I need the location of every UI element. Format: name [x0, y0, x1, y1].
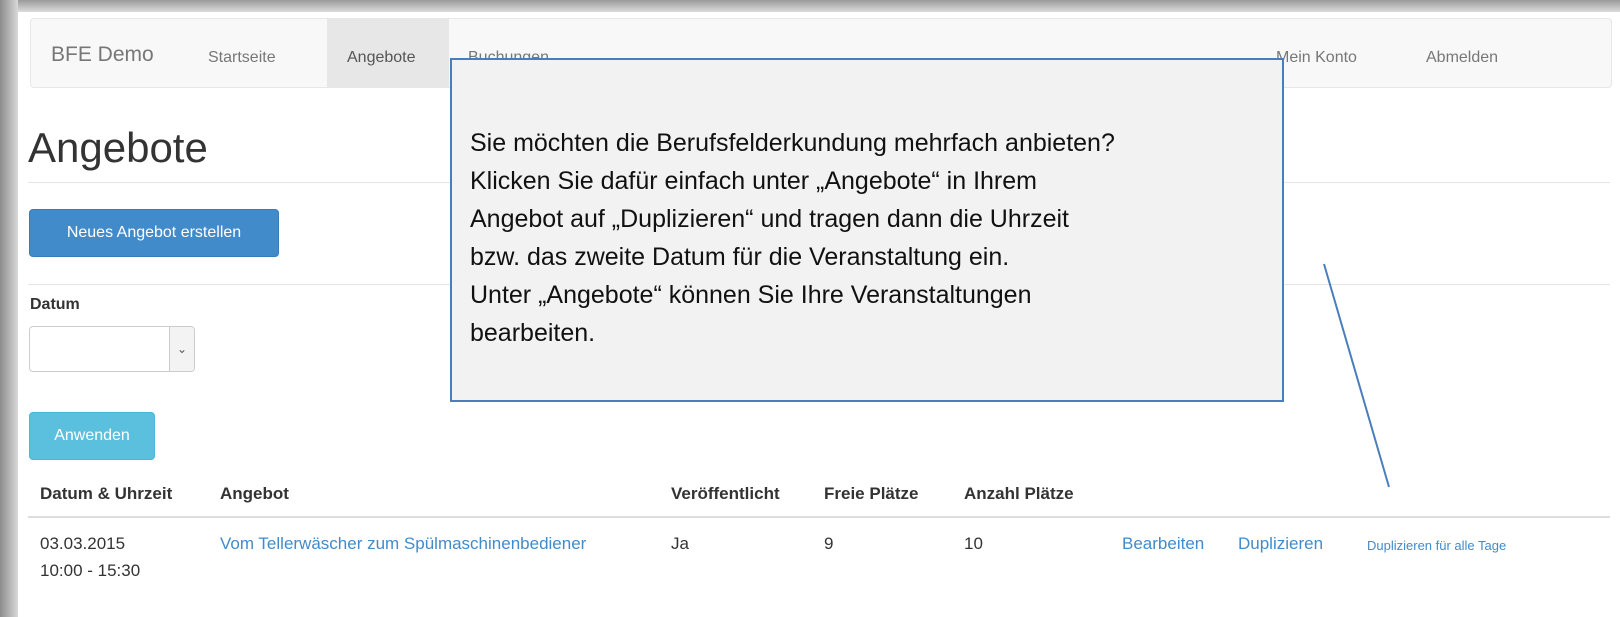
- duplicate-link[interactable]: Duplizieren: [1238, 534, 1323, 554]
- row-free-seats: 9: [824, 534, 834, 553]
- new-offer-button[interactable]: Neues Angebot erstellen: [29, 209, 279, 257]
- brand-link[interactable]: BFE Demo: [51, 43, 154, 67]
- help-callout: Sie möchten die Berufsfelderkundung mehr…: [450, 58, 1284, 402]
- date-filter-label: Datum: [30, 296, 80, 313]
- nav-item-angebote[interactable]: Angebote: [347, 49, 416, 67]
- nav-item-startseite[interactable]: Startseite: [208, 49, 276, 67]
- table-header-free: Freie Plätze: [824, 484, 919, 503]
- nav-item-abmelden[interactable]: Abmelden: [1426, 49, 1498, 67]
- date-filter-select[interactable]: ⌄: [29, 326, 195, 372]
- table-header-offer: Angebot: [220, 484, 289, 503]
- duplicate-all-days-link[interactable]: Duplizieren für alle Tage: [1367, 538, 1506, 553]
- page: BFE Demo Startseite Angebote Buchungen M…: [18, 12, 1620, 617]
- screenshot-frame-left: [0, 0, 18, 617]
- help-callout-text: Sie möchten die Berufsfelderkundung mehr…: [470, 129, 1115, 347]
- row-offer-link[interactable]: Vom Tellerwäscher zum Spülmaschinenbedie…: [220, 534, 586, 554]
- screenshot-frame-top: [0, 0, 1620, 12]
- row-date: 03.03.2015: [40, 534, 126, 553]
- chevron-down-icon[interactable]: ⌄: [169, 327, 194, 371]
- nav-item-mein-konto[interactable]: Mein Konto: [1276, 49, 1357, 67]
- table-header-published: Veröffentlicht: [671, 484, 780, 503]
- table-header-divider: [28, 516, 1610, 518]
- edit-link[interactable]: Bearbeiten: [1122, 534, 1204, 554]
- table-header-date: Datum & Uhrzeit: [40, 484, 173, 503]
- table-header-total: Anzahl Plätze: [964, 484, 1074, 503]
- row-time: 10:00 - 15:30: [40, 561, 141, 580]
- row-total-seats: 10: [964, 534, 983, 553]
- apply-filter-button[interactable]: Anwenden: [29, 412, 155, 460]
- page-title: Angebote: [28, 124, 208, 171]
- row-published: Ja: [671, 534, 689, 553]
